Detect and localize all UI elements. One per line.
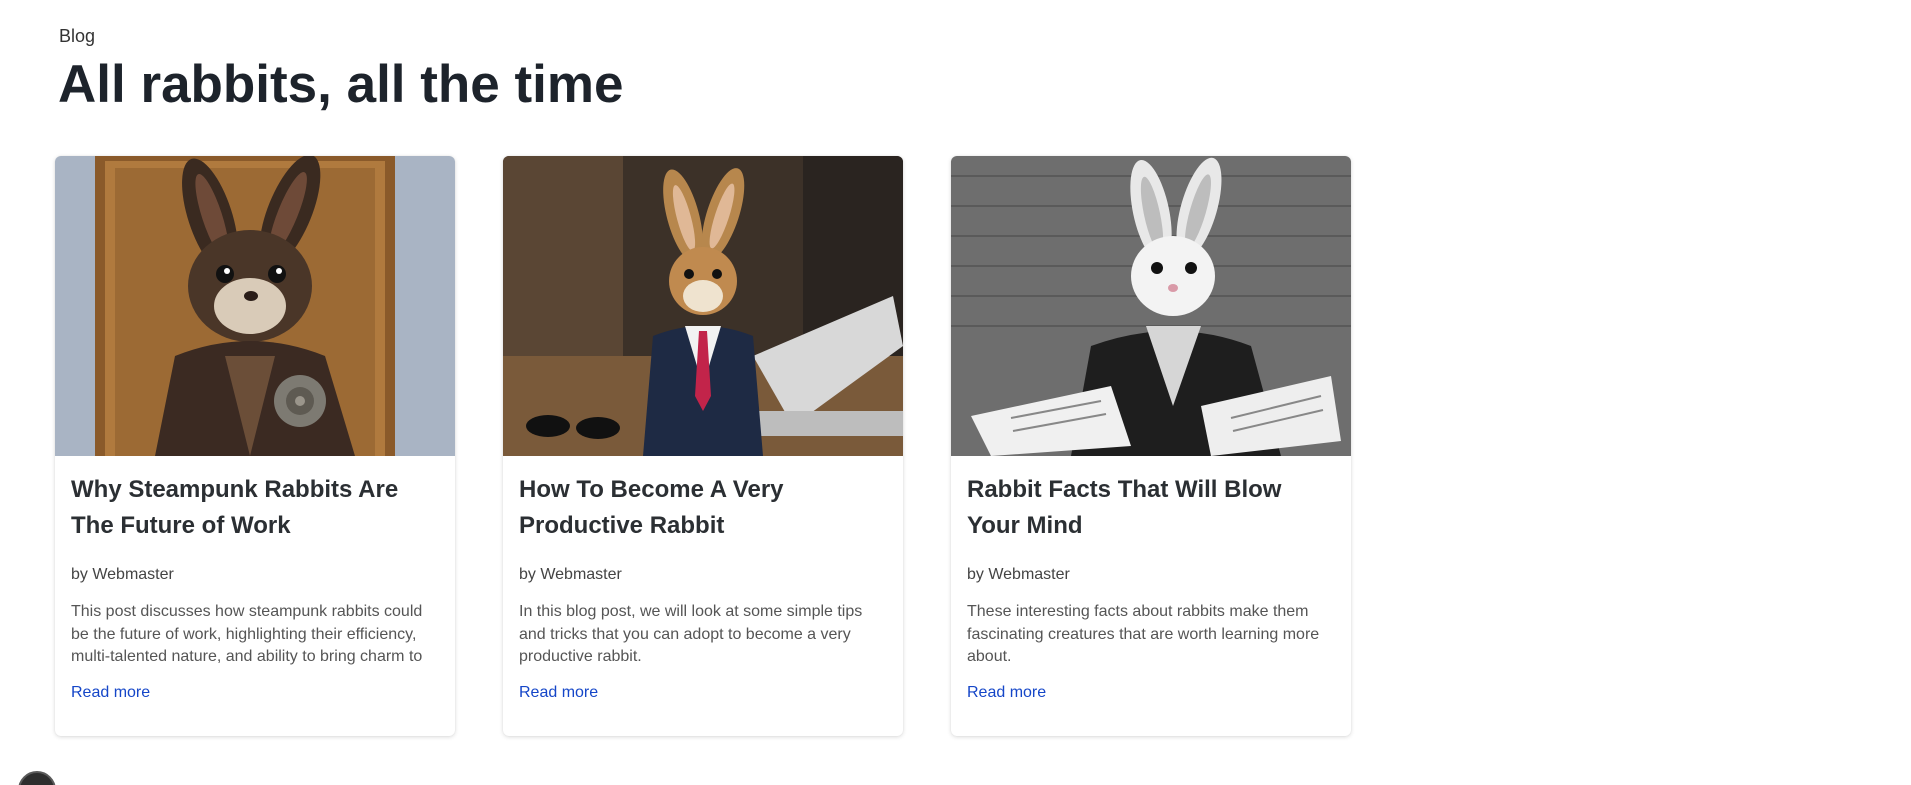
read-more-link[interactable]: Read more <box>967 682 1046 704</box>
post-card[interactable]: Rabbit Facts That Will Blow Your Mind by… <box>951 156 1351 736</box>
post-author: by Webmaster <box>519 566 622 583</box>
post-author: by Webmaster <box>967 566 1070 583</box>
dark-circle-icon[interactable] <box>18 771 56 785</box>
writer-rabbit-image[interactable] <box>951 156 1351 456</box>
post-title[interactable]: Rabbit Facts That Will Blow Your Mind <box>967 472 1335 548</box>
read-more-link[interactable]: Read more <box>71 682 150 704</box>
steampunk-rabbit-image[interactable] <box>55 156 455 456</box>
post-excerpt: This post discusses how steampunk rabbit… <box>71 603 423 665</box>
post-excerpt: These interesting facts about rabbits ma… <box>967 603 1320 665</box>
page-title: All rabbits, all the time <box>58 55 624 114</box>
business-rabbit-image[interactable] <box>503 156 903 456</box>
post-card-body: Rabbit Facts That Will Blow Your Mind by… <box>951 456 1351 704</box>
section-label: Blog <box>59 26 96 46</box>
post-card-body: How To Become A Very Productive Rabbit b… <box>503 456 903 704</box>
blog-page: Blog All rabbits, all the time Why Steam… <box>0 0 1911 785</box>
post-card-body: Why Steampunk Rabbits Are The Future of … <box>55 456 455 704</box>
post-title[interactable]: Why Steampunk Rabbits Are The Future of … <box>71 472 439 548</box>
post-grid: Why Steampunk Rabbits Are The Future of … <box>55 156 1351 736</box>
post-author: by Webmaster <box>71 566 174 583</box>
post-card[interactable]: Why Steampunk Rabbits Are The Future of … <box>55 156 455 736</box>
post-card[interactable]: How To Become A Very Productive Rabbit b… <box>503 156 903 736</box>
read-more-link[interactable]: Read more <box>519 682 598 704</box>
post-title[interactable]: How To Become A Very Productive Rabbit <box>519 472 887 548</box>
post-excerpt: In this blog post, we will look at some … <box>519 603 863 665</box>
